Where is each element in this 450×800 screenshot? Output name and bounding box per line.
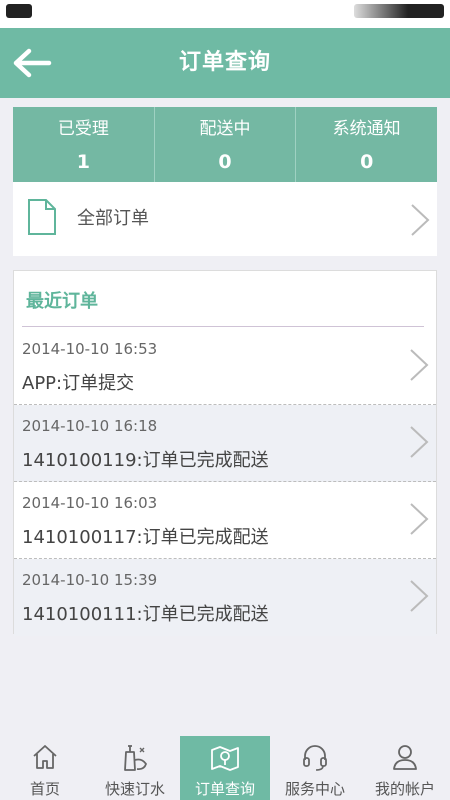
order-desc: 1410100117:订单已完成配送 [22, 527, 269, 548]
tab-quick-order[interactable]: 快速订水 [90, 736, 180, 800]
tab-label: 订单查询 [194, 780, 255, 798]
order-desc: APP:订单提交 [22, 373, 135, 394]
all-orders-label: 全部订单 [77, 208, 149, 229]
stat-accepted[interactable]: 已受理 1 [13, 107, 155, 182]
home-icon [33, 745, 57, 769]
stat-label: 配送中 [199, 119, 251, 139]
headset-icon [303, 745, 327, 771]
order-time: 2014-10-10 16:18 [22, 417, 158, 435]
tab-home[interactable]: 首页 [0, 736, 90, 800]
arrow-left-icon [13, 48, 52, 78]
tab-order-query[interactable]: 订单查询 [180, 736, 270, 800]
order-time: 2014-10-10 16:03 [22, 494, 158, 512]
order-desc: 1410100111:订单已完成配送 [22, 604, 269, 625]
order-time: 2014-10-10 16:53 [22, 340, 158, 358]
order-row[interactable]: 2014-10-10 16:53 APP:订单提交 [14, 328, 436, 405]
chevron-right-icon [410, 426, 429, 458]
divider [22, 326, 424, 327]
document-icon [28, 199, 56, 235]
back-button[interactable] [10, 42, 54, 84]
order-stats: 已受理 1 配送中 0 系统通知 0 [13, 107, 437, 182]
recent-orders-title: 最近订单 [26, 291, 98, 312]
page-title: 订单查询 [178, 50, 271, 75]
order-time: 2014-10-10 15:39 [22, 571, 158, 589]
all-orders-row[interactable]: 全部订单 [13, 182, 437, 256]
stat-label: 系统通知 [332, 119, 401, 139]
tab-my-account[interactable]: 我的帐户 [360, 736, 450, 800]
stat-notifications[interactable]: 系统通知 0 [296, 107, 437, 182]
chevron-right-icon [410, 503, 429, 535]
tab-label: 首页 [29, 780, 60, 798]
status-left-mark [6, 4, 32, 18]
chevron-right-icon [410, 580, 429, 612]
map-icon [211, 746, 239, 771]
tab-label: 快速订水 [104, 780, 165, 798]
chevron-right-icon [410, 349, 429, 381]
recent-orders-panel: 最近订单 2014-10-10 16:53 APP:订单提交 2014-10-1… [13, 270, 437, 636]
tab-label: 服务中心 [284, 780, 345, 798]
stat-label: 已受理 [57, 119, 109, 139]
order-row[interactable]: 2014-10-10 15:39 1410100111:订单已完成配送 [14, 559, 436, 636]
stat-value: 0 [218, 151, 232, 173]
user-icon [393, 745, 417, 770]
order-row[interactable]: 2014-10-10 16:03 1410100117:订单已完成配送 [14, 482, 436, 559]
status-right-mark [354, 4, 444, 18]
header: 订单查询 [0, 28, 450, 98]
chevron-right-icon [411, 204, 430, 236]
stat-delivering[interactable]: 配送中 0 [155, 107, 297, 182]
order-row[interactable]: 2014-10-10 16:18 1410100119:订单已完成配送 [14, 405, 436, 482]
tab-label: 我的帐户 [374, 780, 435, 798]
water-order-icon [124, 745, 147, 771]
tab-service-center[interactable]: 服务中心 [270, 736, 360, 800]
stat-value: 1 [76, 151, 90, 173]
stat-value: 0 [360, 151, 374, 173]
order-desc: 1410100119:订单已完成配送 [22, 450, 269, 471]
bottom-tab-bar: 首页 快速订水 订单查询 服务中心 我的帐户 [0, 736, 450, 800]
status-bar [0, 0, 450, 28]
